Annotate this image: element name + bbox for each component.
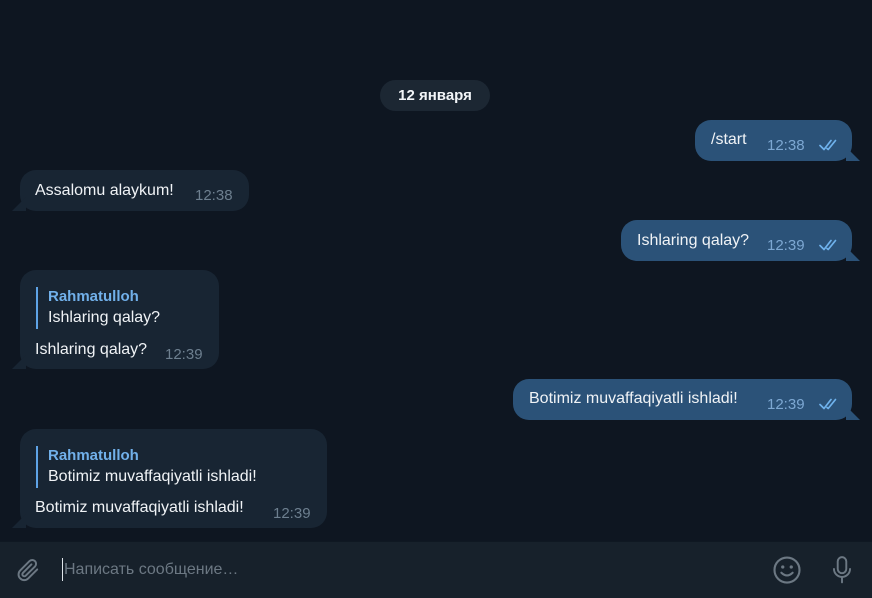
- reply-author: Rahmatulloh: [48, 447, 139, 464]
- message-text: /start: [711, 131, 747, 148]
- double-check-icon: [819, 139, 837, 151]
- double-check-icon: [819, 398, 837, 410]
- message-time: 12:39: [767, 396, 805, 413]
- smile-icon: [773, 556, 801, 584]
- message-time: 12:38: [767, 137, 805, 154]
- incoming-message[interactable]: Assalomu alaykum! 12:38: [20, 170, 249, 211]
- message-time: 12:39: [767, 237, 805, 254]
- message-text: Botimiz muvaffaqiyatli ishladi!: [529, 390, 738, 407]
- date-separator: 12 января: [380, 80, 490, 111]
- message-text: Ishlaring qalay?: [637, 232, 750, 249]
- double-check-icon: [819, 239, 837, 251]
- reply-text: Botimiz muvaffaqiyatli ishladi!: [48, 468, 257, 485]
- attach-button[interactable]: [12, 554, 44, 586]
- voice-record-button[interactable]: [826, 553, 858, 587]
- outgoing-message[interactable]: Botimiz muvaffaqiyatli ishladi! 12:39: [513, 379, 852, 420]
- message-input[interactable]: [64, 556, 754, 584]
- microphone-icon: [833, 556, 851, 584]
- incoming-message[interactable]: Rahmatulloh Ishlaring qalay? Ishlaring q…: [20, 270, 219, 369]
- reply-quote[interactable]: Rahmatulloh Ishlaring qalay?: [36, 287, 160, 329]
- message-text: Ishlaring qalay?: [35, 341, 148, 358]
- date-separator-label: 12 января: [398, 87, 472, 104]
- outgoing-message[interactable]: Ishlaring qalay? 12:39: [621, 220, 852, 261]
- message-composer: [0, 541, 872, 598]
- chat-history[interactable]: 12 января /start 12:38 Assalomu alaykum!…: [0, 0, 872, 541]
- message-time: 12:39: [165, 346, 203, 363]
- message-time: 12:39: [273, 505, 311, 522]
- reply-author: Rahmatulloh: [48, 288, 139, 305]
- message-time: 12:38: [195, 187, 233, 204]
- message-text: Botimiz muvaffaqiyatli ishladi!: [35, 499, 244, 516]
- outgoing-message[interactable]: /start 12:38: [695, 120, 852, 161]
- emoji-button[interactable]: [770, 553, 804, 587]
- reply-quote[interactable]: Rahmatulloh Botimiz muvaffaqiyatli ishla…: [36, 446, 257, 488]
- paperclip-icon: [17, 559, 39, 582]
- reply-text: Ishlaring qalay?: [48, 309, 161, 326]
- incoming-message[interactable]: Rahmatulloh Botimiz muvaffaqiyatli ishla…: [20, 429, 327, 528]
- text-caret: [62, 558, 63, 581]
- message-text: Assalomu alaykum!: [35, 182, 174, 199]
